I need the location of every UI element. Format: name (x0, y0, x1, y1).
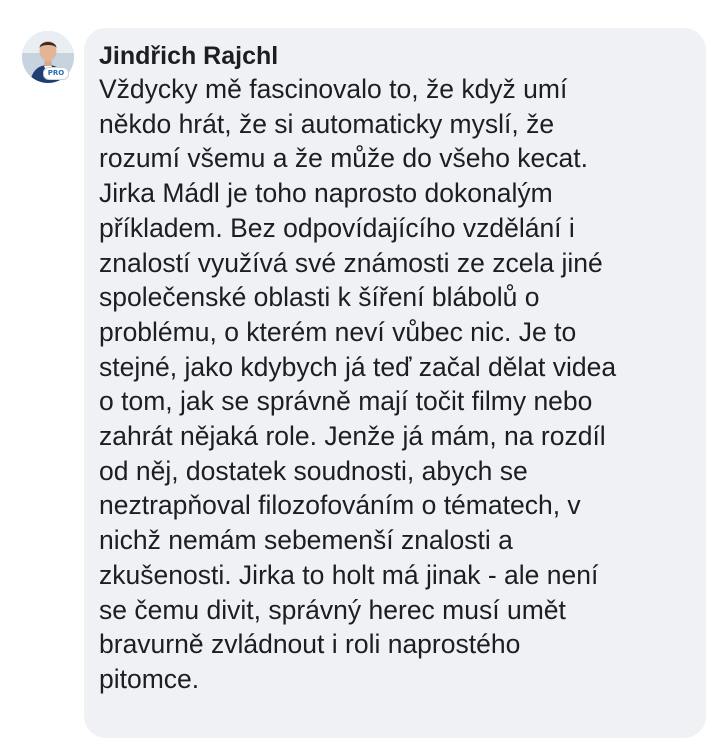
comment-text: Vždycky mě fascinovalo to, že když umí n… (99, 74, 617, 694)
avatar-badge: PRO (43, 67, 69, 80)
comment-bubble: Jindřich Rajchl Vždycky mě fascinovalo t… (84, 28, 706, 738)
comment-thread: PRO Jindřich Rajchl Vždycky mě fascinova… (0, 0, 720, 745)
comment-author-name[interactable]: Jindřich Rajchl (99, 42, 278, 70)
